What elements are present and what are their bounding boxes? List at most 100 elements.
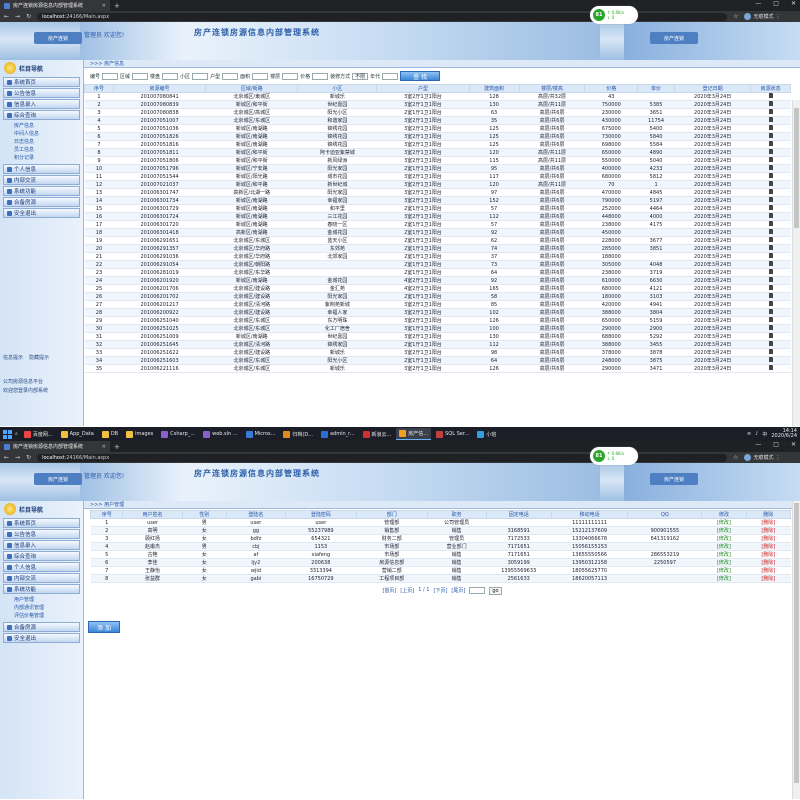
table-row[interactable]: 4 赵甫杰男 cbj 1153 市场部 营业部门 7171651 15056155153 [修改… [90, 542, 791, 551]
sidebar-item-system[interactable]: 系统功能 [3, 186, 80, 196]
table-row[interactable]: 5 古艳女 af xiafeng 市场部 销售 7171651 13655550566 2865… [90, 550, 791, 559]
table-row[interactable]: 11 201007051544 新城区/阳光路 城市花园 3室2厅1卫1阳台 117 高层/… [84, 172, 791, 181]
delete-link[interactable]: [删除] [746, 550, 791, 559]
sidebar-item-profile[interactable]: 个人信息 [3, 562, 80, 572]
table-row[interactable]: 27 201006201217 北京城区/清河路 紫荆苑新城 3室2厅1卫1阳台 85 高层… [84, 300, 791, 309]
sidebar-item-backup[interactable]: 合备房源 [3, 197, 80, 207]
table-row[interactable]: 9 201007051806 新城区/和平街 新风绿洲 3室2厅1卫1阳台 115 高层/共… [84, 156, 791, 165]
document-icon[interactable] [768, 205, 773, 210]
tab-close-icon[interactable]: ✕ [102, 444, 106, 450]
minimize-button[interactable]: — [755, 441, 761, 448]
table-row[interactable]: 13 201006301747 高新区/北湖一路 阳光家园 3室2厅1卫1阳台 97 高层/… [84, 188, 791, 197]
next-page-link[interactable]: [下页] [434, 587, 448, 595]
document-icon[interactable] [768, 197, 773, 202]
sidebar-home[interactable]: 栏目导航 [0, 60, 83, 76]
taskbar-app[interactable]: images [123, 428, 156, 440]
table-row[interactable]: 5 201007051036 新城区/南湖路 锦绣花园 3室2厅1卫1阳台 125 高层/共… [84, 124, 791, 133]
document-icon[interactable] [768, 109, 773, 114]
submenu-item[interactable]: 评估价格管理 [14, 612, 83, 620]
document-icon[interactable] [768, 157, 773, 162]
document-icon[interactable] [768, 141, 773, 146]
column-header[interactable]: 序号 [89, 510, 124, 519]
reload-icon[interactable]: ↻ [26, 454, 31, 461]
table-row[interactable]: 25 201006201706 北京城区/建设路 金汇苑 4室2厅1卫1阳台 165 高层/… [84, 284, 791, 293]
column-header[interactable]: 删除 [745, 510, 792, 519]
document-icon[interactable] [768, 261, 773, 266]
reload-icon[interactable]: ↻ [26, 13, 31, 20]
column-header[interactable]: 部门 [355, 510, 428, 519]
document-icon[interactable] [768, 93, 773, 98]
table-row[interactable]: 2 201007080839 新城区/和平街 世纪嘉园 3室2厅1卫1阳台 130 高层/共… [84, 100, 791, 109]
star-icon[interactable]: ☆ [733, 454, 738, 461]
page-scrollbar[interactable] [792, 501, 800, 799]
column-header[interactable]: 单价 [637, 84, 675, 93]
table-row[interactable]: 15 201006301729 新城区/南湖路 和平里 2室1厅1卫1阳台 57 高层/共6… [84, 204, 791, 213]
filter-input[interactable] [162, 72, 179, 80]
document-icon[interactable] [768, 237, 773, 242]
maximize-button[interactable]: □ [773, 0, 779, 7]
filter-input[interactable] [222, 72, 239, 80]
tab-close-icon[interactable]: ✕ [102, 3, 106, 9]
taskbar-app[interactable]: 新浪云... [360, 428, 395, 440]
decoration-select[interactable]: 不限 [352, 72, 369, 80]
sidebar-item-home[interactable]: 系统首页 [3, 518, 80, 528]
document-icon[interactable] [768, 309, 773, 314]
scrollbar-thumb[interactable] [794, 108, 799, 228]
table-row[interactable]: 6 李佳女 ljy2 200638 房源信息部 销售 3059199 13950312158 2… [90, 558, 791, 567]
edit-link[interactable]: [修改] [701, 558, 747, 567]
table-row[interactable]: 3 顾红扬女 bdfz 654321 财务二部 管理员 7172533 13304066678… [90, 534, 791, 543]
document-icon[interactable] [768, 301, 773, 306]
table-row[interactable]: 31 201006251009 新城区/南湖路 世纪嘉园 3室2厅1卫1阳台 130 高层/… [84, 332, 791, 341]
document-icon[interactable] [768, 349, 773, 354]
column-header[interactable]: 户型 [376, 84, 470, 93]
new-tab-button[interactable]: + [110, 443, 124, 451]
document-icon[interactable] [768, 189, 773, 194]
table-row[interactable]: 26 201006201702 北京城区/建设路 阳光家园 2室1厅1卫1阳台 58 高层/… [84, 292, 791, 301]
table-row[interactable]: 30 201006251025 北京城区/东城区 化工厂宿舍 3室1厅1卫1阳台 100 高… [84, 324, 791, 333]
taskbar-app[interactable]: SQL Ser... [433, 428, 472, 440]
submenu-item[interactable]: 用户管理 [14, 596, 83, 604]
browser-tab[interactable]: 房产连锁房源信息内部管理系统 ✕ [0, 0, 110, 11]
column-header[interactable]: QQ [627, 510, 703, 519]
filter-input[interactable] [312, 72, 329, 80]
taskbar-app[interactable]: DB [99, 428, 121, 440]
sidebar-item-chat[interactable]: 内部交流 [3, 175, 80, 185]
column-header[interactable]: 房源编号 [112, 84, 207, 93]
menu-icon[interactable]: ⋮ [776, 14, 781, 20]
sidebar-item-profile[interactable]: 个人信息 [3, 164, 80, 174]
document-icon[interactable] [768, 229, 773, 234]
document-icon[interactable] [768, 221, 773, 226]
sidebar-item-logout[interactable]: 安全退出 [3, 633, 80, 643]
star-icon[interactable]: ☆ [733, 13, 738, 20]
table-row[interactable]: 7 王静怡女 wjid 3313394 营销二部 销售 13955569633 1805562… [90, 566, 791, 575]
table-row[interactable]: 1 201007080841 北京城区/東城区 新城乐 3室2厅1卫1阳台 128 高层/共… [84, 92, 791, 101]
table-row[interactable]: 16 201006301724 新城区/南湖路 三江花园 3室2厅1卫1阳台 112 高层/… [84, 212, 791, 221]
column-header[interactable]: 固定电话 [485, 510, 552, 519]
profile-button[interactable]: 无痕模式 ⋮ [744, 13, 781, 20]
column-header[interactable]: 移动电话 [550, 510, 629, 519]
taskbar-app[interactable]: 房产信... [396, 428, 432, 440]
sidebar-item-home[interactable]: 系统首页 [3, 77, 80, 87]
submenu-item[interactable]: 中间人信息 [14, 130, 83, 138]
delete-link[interactable]: [删除] [746, 542, 791, 551]
document-icon[interactable] [768, 325, 773, 330]
column-header[interactable]: 楼层/楼高 [518, 84, 586, 93]
table-row[interactable]: 6 201007051826 新城区/南湖路 锦绣花园 3室2厅1卫1阳台 125 高层/共… [84, 132, 791, 141]
table-row[interactable]: 7 201007051816 新城区/南湖路 锦绣花园 3室2厅1卫1阳台 125 高层/共… [84, 140, 791, 149]
taskbar-app[interactable]: Micros... [243, 428, 279, 440]
column-header[interactable]: 登记日期 [673, 84, 752, 93]
table-row[interactable]: 4 201007051007 北京城区/东城区 和谐家园 3室2厅1卫1阳台 35 高层/共… [84, 116, 791, 125]
edit-link[interactable]: [修改] [701, 526, 747, 535]
forward-icon[interactable]: → [15, 454, 20, 461]
scrollbar-thumb[interactable] [794, 503, 799, 783]
document-icon[interactable] [768, 277, 773, 282]
document-icon[interactable] [768, 285, 773, 290]
submenu-item[interactable]: 房产信息 [14, 122, 83, 130]
taskbar-app[interactable]: App_Data [58, 428, 97, 440]
table-row[interactable]: 29 201006251040 北京城区/东城区 东方明珠 3室2厅1卫1阳台 126 高层… [84, 316, 791, 325]
maximize-button[interactable]: □ [773, 441, 779, 448]
edit-link[interactable]: [修改] [701, 566, 747, 575]
table-row[interactable]: 2 高明女 gg 55237989 销售部 销售 3168591 15212137609 900… [90, 526, 791, 535]
column-header[interactable]: 小区 [297, 84, 378, 93]
table-row[interactable]: 23 201006281019 北京城区/东华路 2室1厅1卫1阳台 64 高层/共6层 2… [84, 268, 791, 277]
